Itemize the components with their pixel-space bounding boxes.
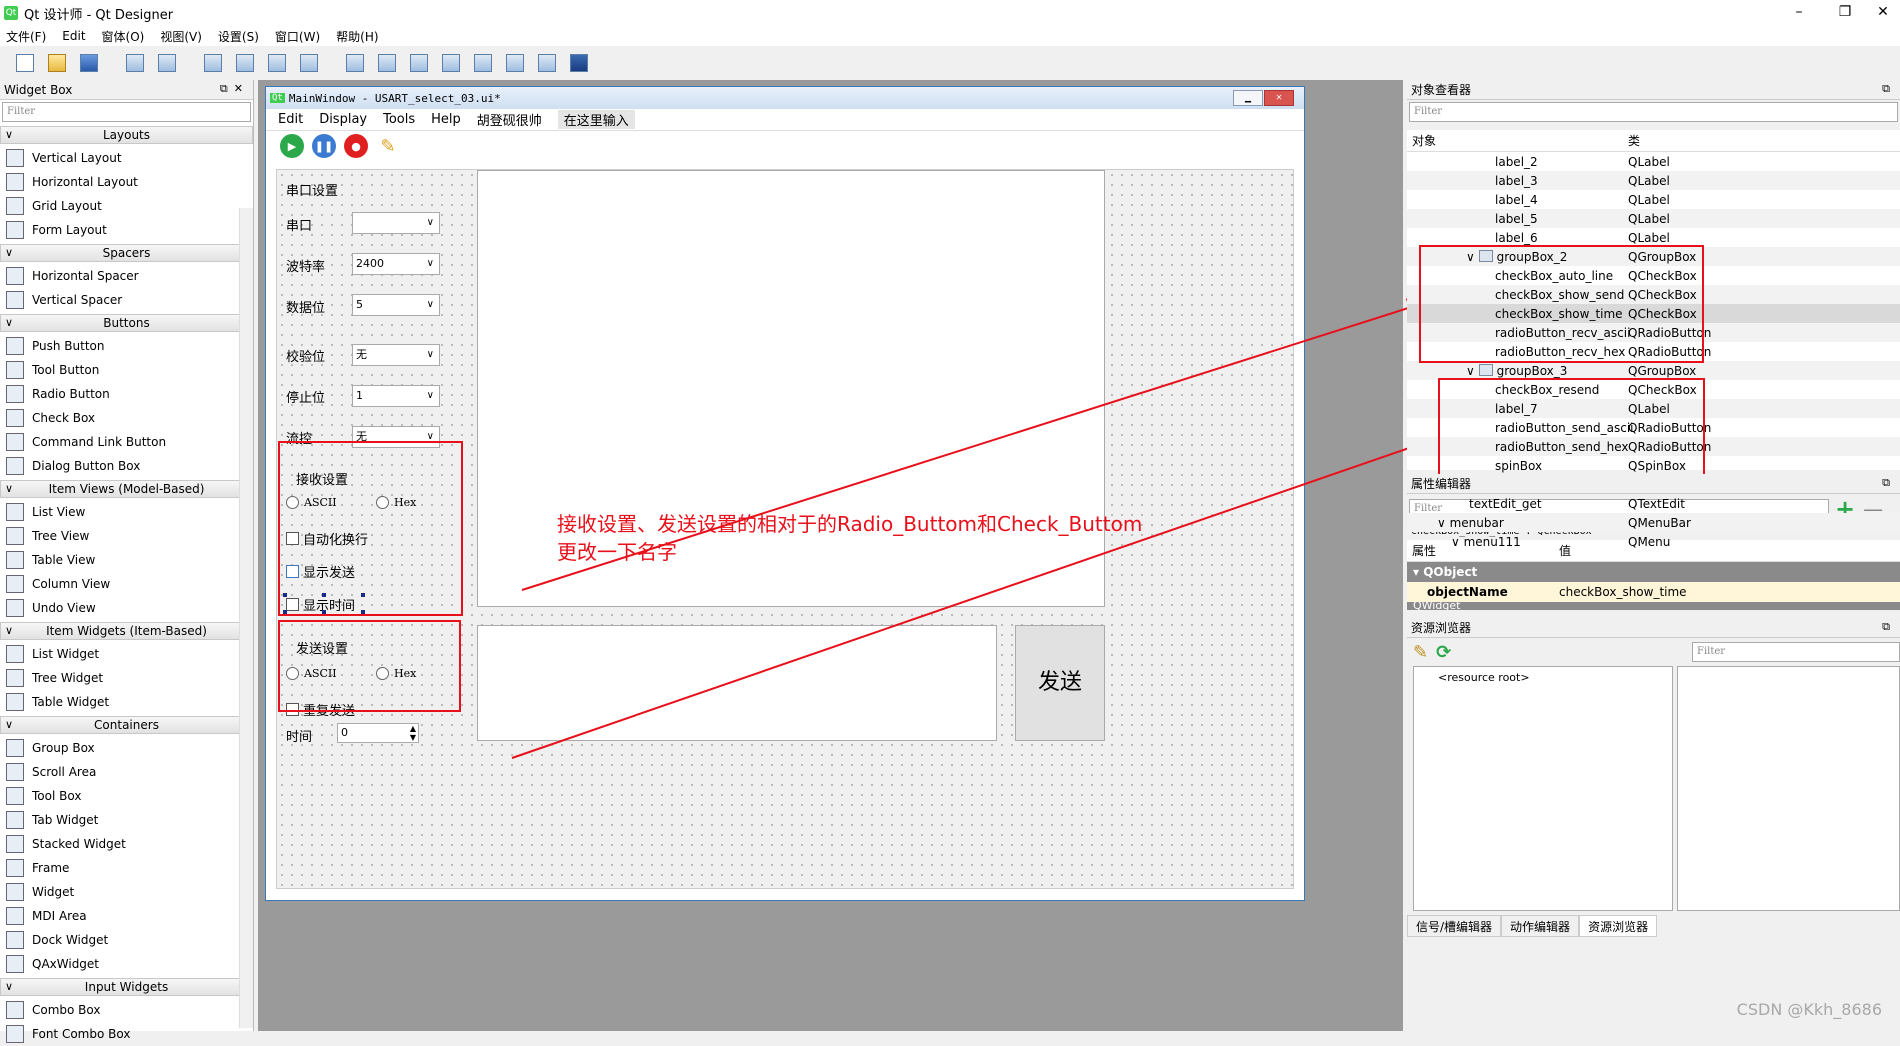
object-class: QLabel [1628, 192, 1670, 207]
dock-float-icon[interactable]: ⧉ [1882, 82, 1896, 96]
groupbox-icon [1478, 364, 1493, 376]
object-name: ∨ menu111 [1451, 534, 1521, 549]
resource-root-item[interactable]: <resource root> [1438, 671, 1530, 684]
tab-resource-browser[interactable]: 资源浏览器 [1579, 915, 1658, 937]
groupbox3-highlight-box [1438, 378, 1705, 477]
object-class: QLabel [1628, 173, 1670, 188]
object-name-text: label_6 [1495, 230, 1538, 245]
resource-filter[interactable]: Filter [1692, 642, 1900, 662]
qobject-section-label: QObject [1423, 565, 1478, 579]
dock-float-icon[interactable]: ⧉ [1882, 620, 1896, 634]
watermark: CSDN @Kkh_8686 [1736, 1000, 1882, 1019]
resource-files[interactable] [1677, 666, 1900, 911]
object-inspector-header: 对象查看器 ⧉ [1407, 80, 1900, 100]
object-tree-row[interactable]: textEdit_get QTextEdit [1407, 494, 1900, 513]
column-class: 类 [1628, 134, 1641, 148]
object-class: QTextEdit [1628, 496, 1685, 511]
objectname-row[interactable]: objectName checkBox_show_time [1407, 582, 1900, 602]
tab-action-editor[interactable]: 动作编辑器 [1501, 915, 1580, 937]
object-filter[interactable]: Filter [1409, 102, 1898, 122]
object-inspector-title: 对象查看器 [1411, 83, 1472, 97]
object-name: label_2 [1495, 155, 1538, 169]
object-name-text: label_5 [1495, 211, 1538, 226]
object-class: QMenuBar [1628, 515, 1691, 530]
expand-arrow-icon[interactable]: ∨ [1451, 535, 1464, 549]
object-class: QLabel [1628, 230, 1670, 245]
dock-float-icon[interactable]: ⧉ [1882, 476, 1896, 490]
resource-browser-header: 资源浏览器 ⧉ [1407, 618, 1900, 638]
object-class: QGroupBox [1628, 363, 1697, 378]
objectname-value[interactable]: checkBox_show_time [1559, 582, 1687, 602]
object-name-text: label_4 [1495, 192, 1538, 207]
tab-signal-slot-editor[interactable]: 信号/槽编辑器 [1407, 915, 1502, 937]
bottom-tab-bar: 信号/槽编辑器 动作编辑器 资源浏览器 [1407, 915, 1900, 937]
property-editor-header: 属性编辑器 ⧉ [1407, 474, 1900, 494]
object-name: ∨ menubar [1437, 515, 1504, 530]
groupbox2-highlight-box [1419, 245, 1704, 363]
object-name-text: label_2 [1495, 154, 1538, 169]
object-name: label_5 [1495, 212, 1538, 226]
object-tree-row[interactable]: label_2 QLabel [1407, 152, 1900, 171]
arrow-to-groupbox3 [511, 433, 1442, 759]
qobject-section[interactable]: ▾ QObject [1407, 562, 1900, 582]
resource-panes: <resource root> [1407, 666, 1900, 911]
reload-icon[interactable]: ⟳ [1436, 642, 1451, 663]
object-name-text: groupBox_3 [1496, 363, 1568, 378]
object-name: label_6 [1495, 231, 1538, 245]
resource-browser-title: 资源浏览器 [1411, 621, 1472, 635]
object-name-text: label_3 [1495, 173, 1538, 188]
edit-resources-icon[interactable]: ✎ [1413, 642, 1428, 663]
object-tree-row[interactable]: ∨ menu111 QMenu [1407, 532, 1900, 551]
right-dock-area: 对象查看器 ⧉ Filter 对象 类 label_2 QLabel label_3… [1407, 80, 1900, 1031]
arrow-to-groupbox2 [521, 298, 1428, 591]
object-class: QMenu [1628, 534, 1671, 549]
expand-arrow-icon[interactable]: ∨ [1466, 364, 1479, 378]
object-name: ∨ groupBox_3 [1466, 363, 1568, 378]
object-tree-row[interactable]: label_5 QLabel [1407, 209, 1900, 228]
object-tree-row[interactable]: label_4 QLabel [1407, 190, 1900, 209]
object-class: QLabel [1628, 211, 1670, 226]
object-name: label_4 [1495, 193, 1538, 207]
property-editor-title: 属性编辑器 [1411, 477, 1472, 491]
object-name-text: menubar [1449, 515, 1504, 530]
object-name-text: textEdit_get [1469, 496, 1542, 511]
object-tree: 对象 类 label_2 QLabel label_3 QLabel label_4 QL… [1407, 130, 1900, 549]
object-class: QLabel [1628, 154, 1670, 169]
resource-tree[interactable]: <resource root> [1413, 666, 1673, 911]
object-tree-header: 对象 类 [1407, 130, 1900, 152]
objectname-label: objectName [1427, 585, 1508, 599]
qwidget-section[interactable]: QWidget [1407, 602, 1900, 610]
object-name: textEdit_get [1469, 497, 1542, 511]
object-name-text: menu111 [1463, 534, 1521, 549]
object-tree-row[interactable]: ∨ menubar QMenuBar [1407, 513, 1900, 532]
expand-arrow-icon[interactable]: ∨ [1437, 516, 1450, 530]
column-object: 对象 [1412, 134, 1437, 148]
resource-toolbar: ✎ ⟳ Filter [1407, 638, 1900, 666]
object-name: label_3 [1495, 174, 1538, 188]
object-tree-row[interactable]: label_3 QLabel [1407, 171, 1900, 190]
